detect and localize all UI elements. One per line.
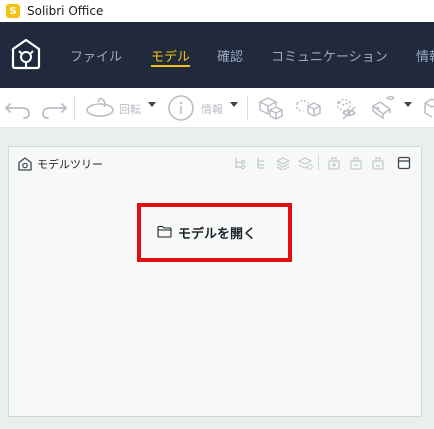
hide-components-icon[interactable] [294, 94, 322, 122]
panel-title: モデルツリー [37, 158, 103, 171]
workspace-area: モデルツリー モデルを開く [0, 128, 434, 429]
undo-icon[interactable] [4, 94, 32, 122]
info-label[interactable]: 情報 [201, 101, 223, 117]
layers-icon[interactable] [275, 155, 291, 174]
tab-model[interactable]: モデル [151, 46, 191, 67]
redo-icon[interactable] [40, 94, 68, 122]
tab-file[interactable]: ファイル [70, 46, 122, 65]
info-dropdown-caret-icon[interactable] [230, 102, 238, 107]
rotate-icon[interactable] [84, 94, 116, 122]
model-toolbar: 回転 情報 [0, 88, 434, 128]
toolbar-divider [74, 96, 75, 120]
model-tree-panel: モデルツリー モデルを開く [8, 146, 422, 417]
header-divider [318, 155, 319, 170]
open-model-highlight: モデルを開く [137, 203, 292, 262]
tree-hierarchy-icon[interactable] [233, 155, 247, 174]
tab-check[interactable]: 確認 [217, 46, 243, 65]
app-logo-icon: S [6, 4, 20, 18]
open-model-button[interactable]: モデルを開く [157, 223, 256, 242]
model-tree-icon [18, 156, 32, 175]
show-components-icon[interactable] [256, 94, 284, 122]
hidden-visibility-icon[interactable] [330, 94, 358, 122]
open-model-label: モデルを開く [178, 227, 257, 242]
rotate-dropdown-caret-icon[interactable] [148, 102, 156, 107]
tab-information[interactable]: 情報 [416, 46, 434, 65]
main-nav: ファイル モデル 確認 コミュニケーション 情報 [0, 22, 434, 88]
window-title: Solibri Office [27, 4, 104, 18]
panel-layout-icon[interactable] [397, 155, 411, 174]
more-tools-icon[interactable] [422, 94, 434, 122]
tree-structure-icon[interactable] [254, 155, 268, 174]
group-add-icon[interactable] [327, 155, 341, 174]
tab-communication[interactable]: コミュニケーション [271, 46, 388, 65]
title-bar: S Solibri Office [0, 0, 434, 22]
model-tree-header: モデルツリー [9, 147, 421, 177]
active-tab-underline [151, 65, 191, 67]
group-export-icon[interactable] [371, 155, 385, 174]
layers-filter-icon[interactable] [297, 155, 313, 174]
rotate-label[interactable]: 回転 [119, 101, 141, 117]
folder-icon [157, 223, 172, 242]
toolbar-divider [247, 96, 248, 120]
solibri-home-icon[interactable] [10, 37, 42, 71]
transparency-icon[interactable] [368, 94, 396, 122]
group-remove-icon[interactable] [349, 155, 363, 174]
info-icon[interactable] [166, 94, 196, 122]
transparency-dropdown-caret-icon[interactable] [404, 102, 412, 107]
